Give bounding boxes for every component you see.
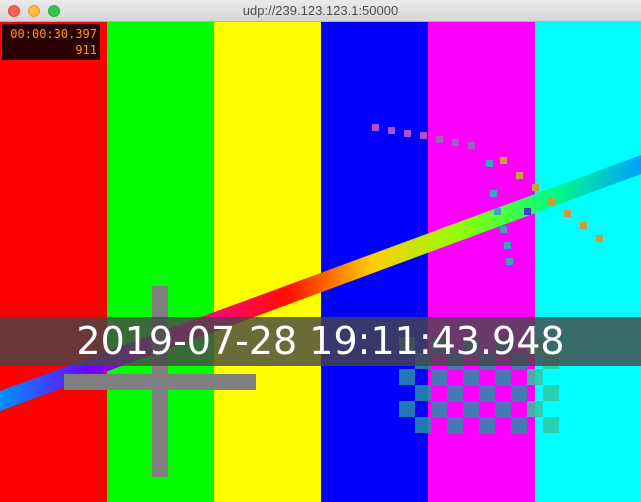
checker-square — [527, 369, 543, 385]
video-frame: 2019-07-28 19:11:43.948 00:00:30.397 911 — [0, 22, 641, 502]
square-dot — [494, 208, 501, 215]
timestamp-banner: 2019-07-28 19:11:43.948 — [0, 317, 641, 366]
rainbow-stripe — [0, 155, 641, 411]
square-dot — [564, 210, 571, 217]
checker-square — [447, 417, 463, 433]
checker-square — [543, 385, 559, 401]
square-dot — [372, 124, 379, 131]
square-dot — [548, 198, 555, 205]
square-dot — [404, 130, 411, 137]
square-dot — [500, 226, 507, 233]
square-dot — [436, 136, 443, 143]
square-dot — [532, 184, 539, 191]
title-bar[interactable]: udp://239.123.123.1:50000 — [0, 0, 641, 22]
checker-square — [463, 369, 479, 385]
checker-square — [511, 385, 527, 401]
square-dot — [468, 142, 475, 149]
square-dot — [504, 242, 511, 249]
checker-square — [415, 417, 431, 433]
square-dot — [420, 132, 427, 139]
square-dot — [516, 172, 523, 179]
checker-square — [495, 369, 511, 385]
checker-square — [447, 385, 463, 401]
test-pattern-overlay — [0, 124, 641, 433]
checker-square — [479, 385, 495, 401]
osd-counter: 00:00:30.397 911 — [2, 24, 100, 60]
square-dot — [506, 258, 513, 265]
checker-square — [431, 369, 447, 385]
square-dot — [452, 139, 459, 146]
checker-square — [527, 401, 543, 417]
checker-square — [463, 401, 479, 417]
checker-square — [399, 401, 415, 417]
square-dot — [388, 127, 395, 134]
checker-square — [495, 401, 511, 417]
square-dot — [490, 190, 497, 197]
checker-square — [479, 417, 495, 433]
square-dot — [486, 160, 493, 167]
osd-elapsed-time: 00:00:30.397 — [10, 27, 97, 41]
square-dot — [596, 235, 603, 242]
osd-frame-count: 911 — [75, 43, 97, 57]
player-window: udp://239.123.123.1:50000 2019-07-28 19:… — [0, 0, 641, 502]
checker-square — [415, 385, 431, 401]
checker-square — [399, 369, 415, 385]
square-dot — [500, 157, 507, 164]
window-title: udp://239.123.123.1:50000 — [242, 3, 399, 18]
crosshair-horizontal — [64, 374, 256, 390]
square-dot — [524, 208, 531, 215]
checker-square — [543, 417, 559, 433]
checker-square — [511, 417, 527, 433]
checker-square — [431, 401, 447, 417]
timestamp-text: 2019-07-28 19:11:43.948 — [76, 319, 565, 363]
square-dot — [580, 222, 587, 229]
